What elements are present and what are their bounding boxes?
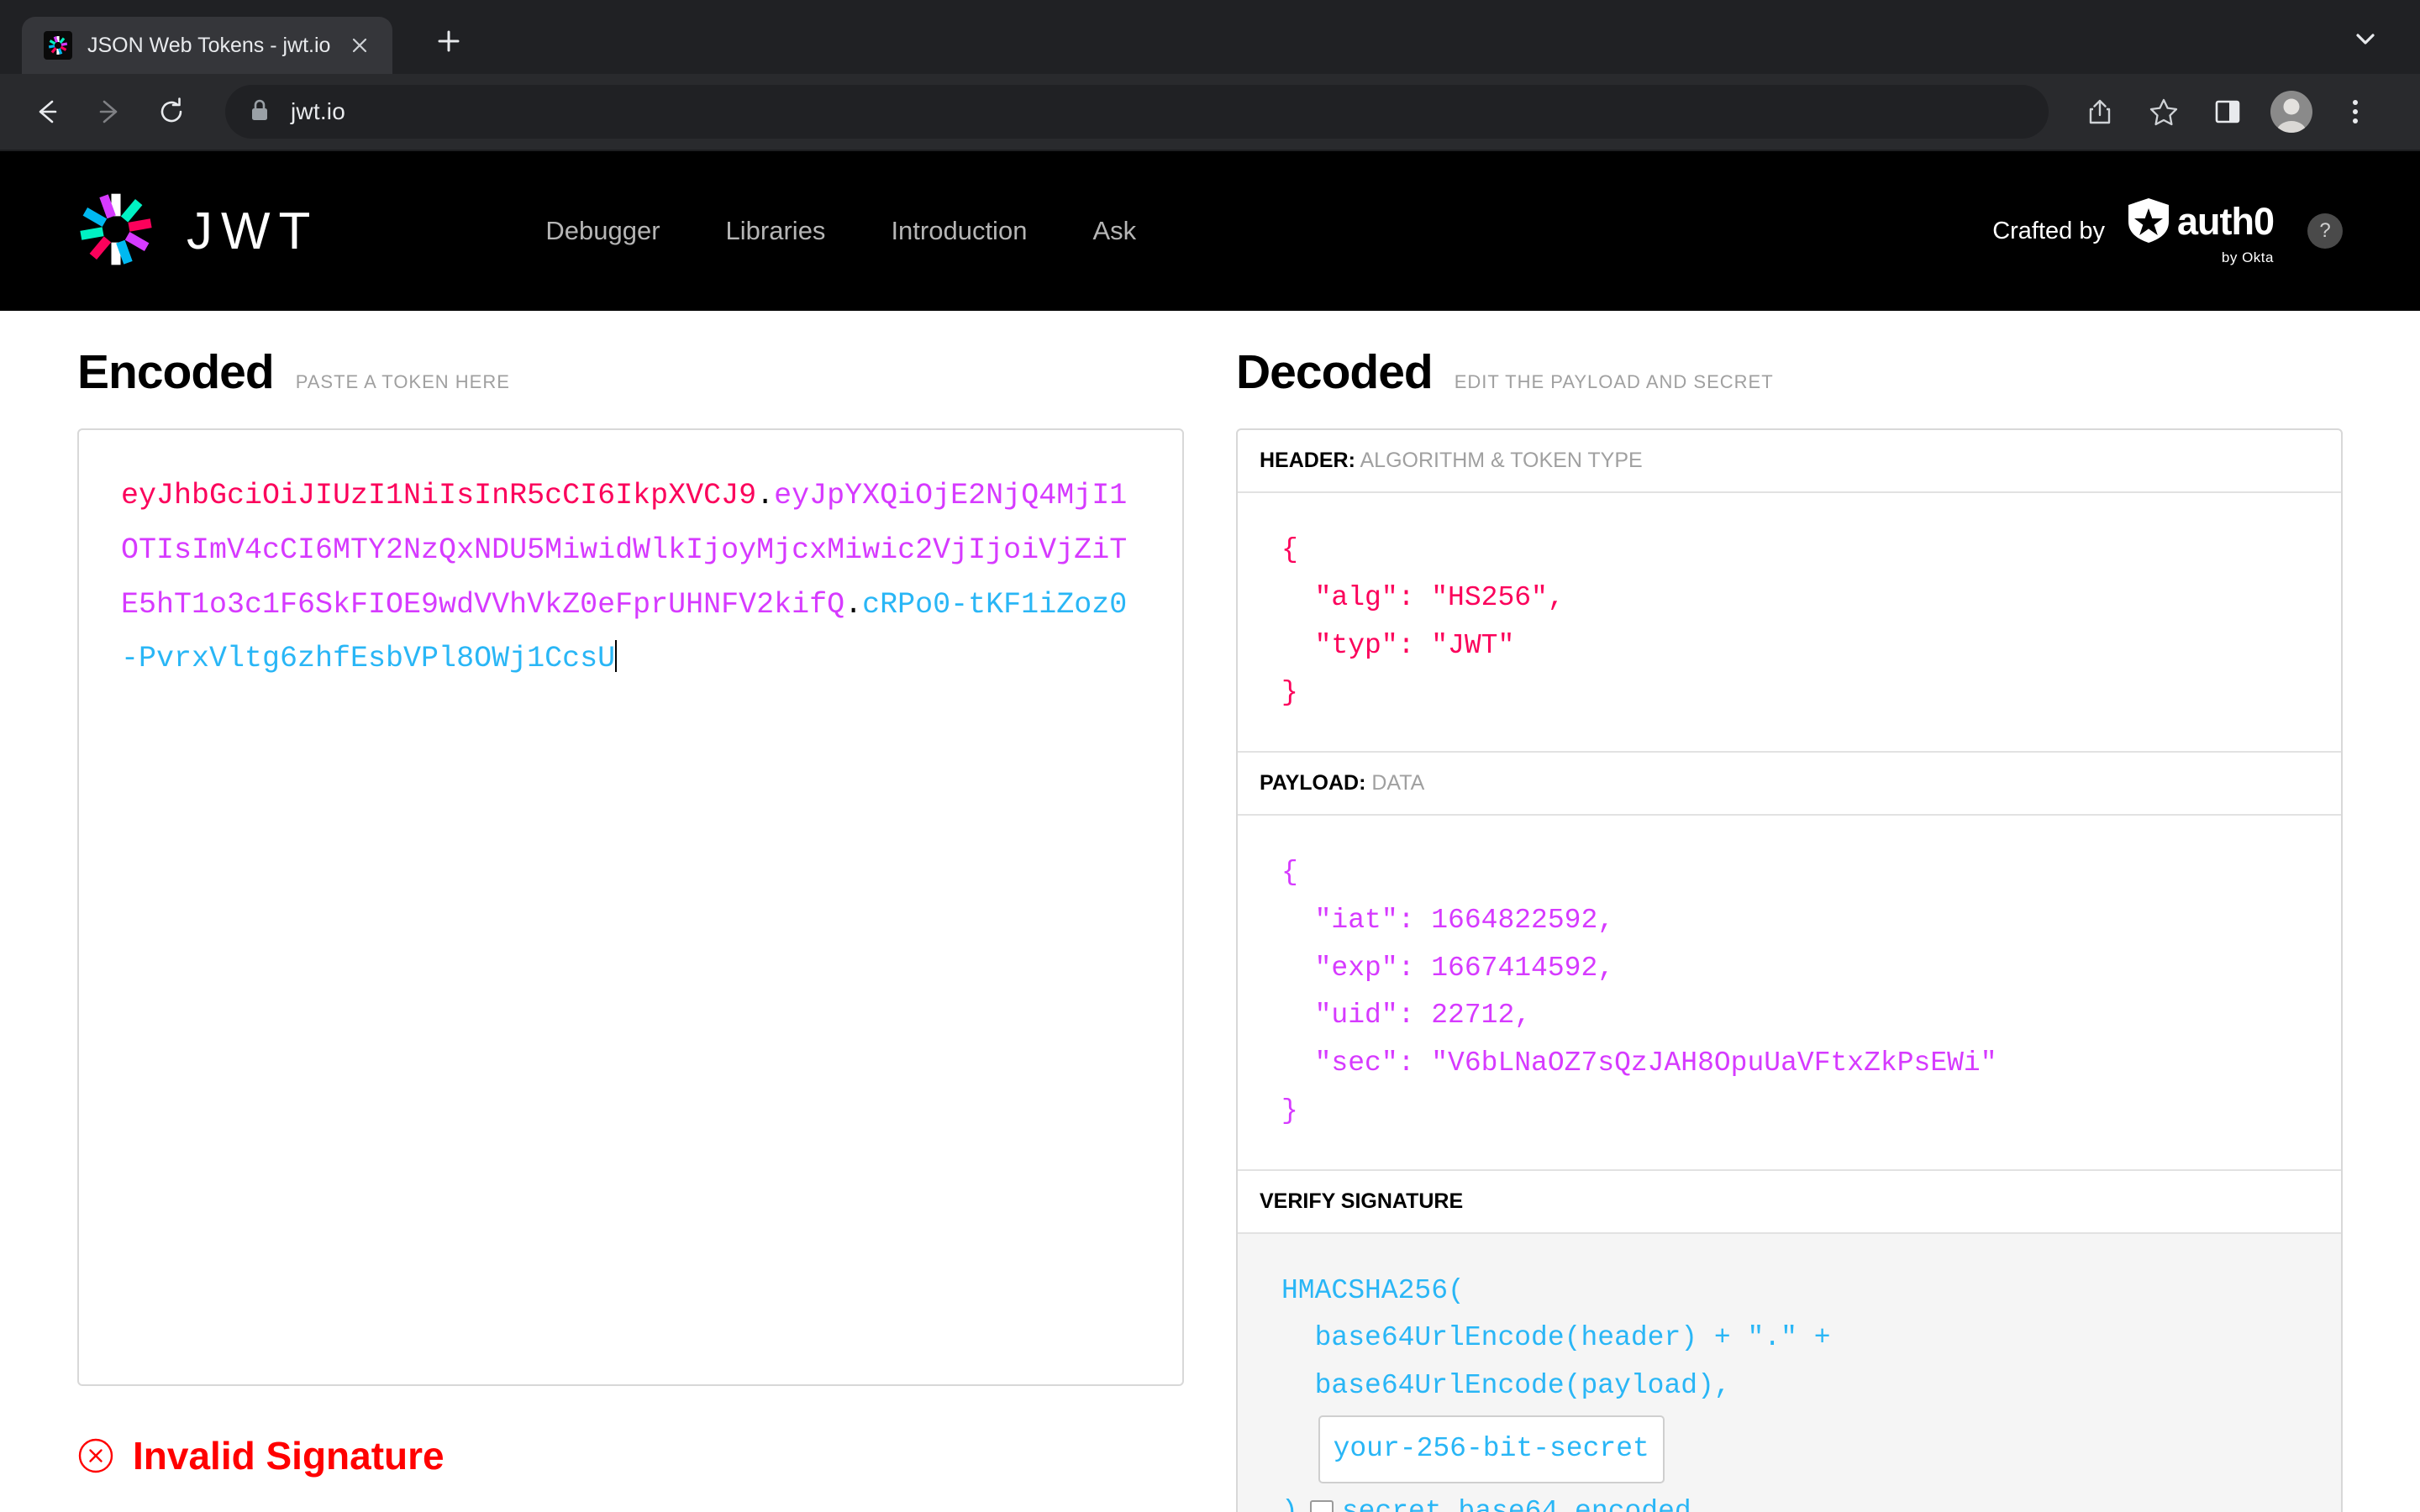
payload-label-text: PAYLOAD: bbox=[1260, 771, 1366, 795]
base64-checkbox[interactable] bbox=[1309, 1499, 1334, 1512]
chevron-down-icon[interactable] bbox=[2349, 23, 2381, 59]
token-header-part: eyJhbGciOiJIUzI1NiIsInR5cCI6IkpXVCJ9 bbox=[121, 479, 757, 512]
token-separator-2: . bbox=[844, 587, 863, 622]
forward-arrow-icon[interactable] bbox=[82, 85, 136, 139]
hmac-line-1: HMACSHA256( bbox=[1281, 1274, 1465, 1306]
signature-editor: HMACSHA256( base64UrlEncode(header) + ".… bbox=[1238, 1233, 2341, 1512]
base64-checkbox-label: secret base64 encoded bbox=[1341, 1495, 1691, 1512]
site-header: JWT Debugger Libraries Introduction Ask … bbox=[0, 151, 2420, 311]
close-icon[interactable] bbox=[345, 31, 374, 60]
back-arrow-icon[interactable] bbox=[20, 85, 74, 139]
share-icon[interactable] bbox=[2072, 84, 2128, 139]
secret-input[interactable]: your-256-bit-secret bbox=[1318, 1415, 1665, 1483]
browser-window: JSON Web Tokens - jwt.io jwt.io JWT Debu… bbox=[0, 0, 2420, 1512]
header-section-label: HEADER: ALGORITHM & TOKEN TYPE bbox=[1238, 430, 2341, 493]
plus-icon[interactable] bbox=[428, 20, 470, 62]
crafted-by-block: Crafted by auth0 by Okta ? bbox=[1992, 197, 2343, 266]
crafted-by-label: Crafted by bbox=[1992, 217, 2105, 244]
lock-icon bbox=[249, 97, 271, 127]
nav-item-libraries[interactable]: Libraries bbox=[726, 216, 826, 246]
encoded-title: Encoded bbox=[77, 345, 275, 399]
error-circle-x-icon bbox=[77, 1437, 114, 1474]
verify-label-text: VERIFY SIGNATURE bbox=[1260, 1189, 1464, 1213]
reload-icon[interactable] bbox=[145, 85, 198, 139]
avatar[interactable] bbox=[2264, 84, 2319, 139]
decoded-panel: HEADER: ALGORITHM & TOKEN TYPE { "alg": … bbox=[1236, 428, 2343, 1512]
text-caret bbox=[615, 640, 618, 673]
decoded-subtitle: EDIT THE PAYLOAD AND SECRET bbox=[1454, 371, 1774, 392]
side-panel-icon[interactable] bbox=[2200, 84, 2255, 139]
payload-section-label: PAYLOAD: DATA bbox=[1238, 751, 2341, 816]
signature-status: Invalid Signature bbox=[77, 1433, 1184, 1478]
hmac-line-3: base64UrlEncode(payload), bbox=[1281, 1370, 1731, 1401]
browser-tab[interactable]: JSON Web Tokens - jwt.io bbox=[22, 17, 393, 74]
browser-toolbar: jwt.io bbox=[0, 74, 2420, 151]
tab-title: JSON Web Tokens - jwt.io bbox=[87, 33, 331, 57]
auth0-wordmark: auth0 bbox=[2176, 200, 2275, 243]
verify-section-label: VERIFY SIGNATURE bbox=[1238, 1168, 2341, 1234]
encoded-heading: Encoded PASTE A TOKEN HERE bbox=[77, 344, 1184, 400]
hmac-line-2: base64UrlEncode(header) + "." + bbox=[1281, 1322, 1831, 1354]
address-bar[interactable]: jwt.io bbox=[225, 85, 2049, 139]
jwt-logo-icon bbox=[44, 31, 72, 60]
header-label-sub: ALGORITHM & TOKEN TYPE bbox=[1360, 449, 1643, 472]
jwt-token-text[interactable]: eyJhbGciOiJIUzI1NiIsInR5cCI6IkpXVCJ9.eyJ… bbox=[121, 469, 1140, 686]
site-brand[interactable]: JWT bbox=[77, 191, 318, 272]
hmac-close-paren: ) bbox=[1281, 1495, 1298, 1512]
payload-label-sub: DATA bbox=[1371, 771, 1425, 795]
site-navigation: Debugger Libraries Introduction Ask bbox=[545, 216, 1136, 246]
debugger-content: Encoded PASTE A TOKEN HERE eyJhbGciOiJIU… bbox=[0, 311, 2420, 1512]
encoded-subtitle: PASTE A TOKEN HERE bbox=[295, 371, 510, 392]
auth0-shield-icon bbox=[2127, 197, 2170, 248]
decoded-title: Decoded bbox=[1236, 345, 1434, 399]
header-json-editor[interactable]: { "alg": "HS256", "typ": "JWT" } bbox=[1238, 493, 2341, 751]
help-icon[interactable]: ? bbox=[2307, 213, 2343, 249]
encoded-column: Encoded PASTE A TOKEN HERE eyJhbGciOiJIU… bbox=[77, 344, 1184, 1512]
nav-item-ask[interactable]: Ask bbox=[1092, 216, 1136, 246]
star-icon[interactable] bbox=[2136, 84, 2191, 139]
decoded-column: Decoded EDIT THE PAYLOAD AND SECRET HEAD… bbox=[1236, 344, 2343, 1512]
status-badge: Invalid Signature bbox=[133, 1434, 445, 1478]
brand-wordmark: JWT bbox=[187, 202, 319, 260]
auth0-logo[interactable]: auth0 by Okta bbox=[2127, 197, 2275, 266]
header-label-text: HEADER: bbox=[1260, 449, 1355, 472]
decoded-heading: Decoded EDIT THE PAYLOAD AND SECRET bbox=[1236, 344, 2343, 400]
payload-json-editor[interactable]: { "iat": 1664822592, "exp": 1667414592, … bbox=[1238, 816, 2341, 1169]
nav-item-debugger[interactable]: Debugger bbox=[545, 216, 660, 246]
auth0-byline: by Okta bbox=[2221, 249, 2274, 265]
page-viewport: JWT Debugger Libraries Introduction Ask … bbox=[0, 151, 2420, 1512]
tab-strip: JSON Web Tokens - jwt.io bbox=[0, 0, 2420, 74]
nav-item-introduction[interactable]: Introduction bbox=[891, 216, 1027, 246]
token-separator-1: . bbox=[756, 479, 775, 512]
token-input-box[interactable]: eyJhbGciOiJIUzI1NiIsInR5cCI6IkpXVCJ9.eyJ… bbox=[77, 428, 1184, 1386]
three-dot-menu-icon[interactable] bbox=[2328, 84, 2383, 139]
jwt-starburst-logo bbox=[77, 191, 155, 272]
url-text: jwt.io bbox=[291, 98, 345, 124]
